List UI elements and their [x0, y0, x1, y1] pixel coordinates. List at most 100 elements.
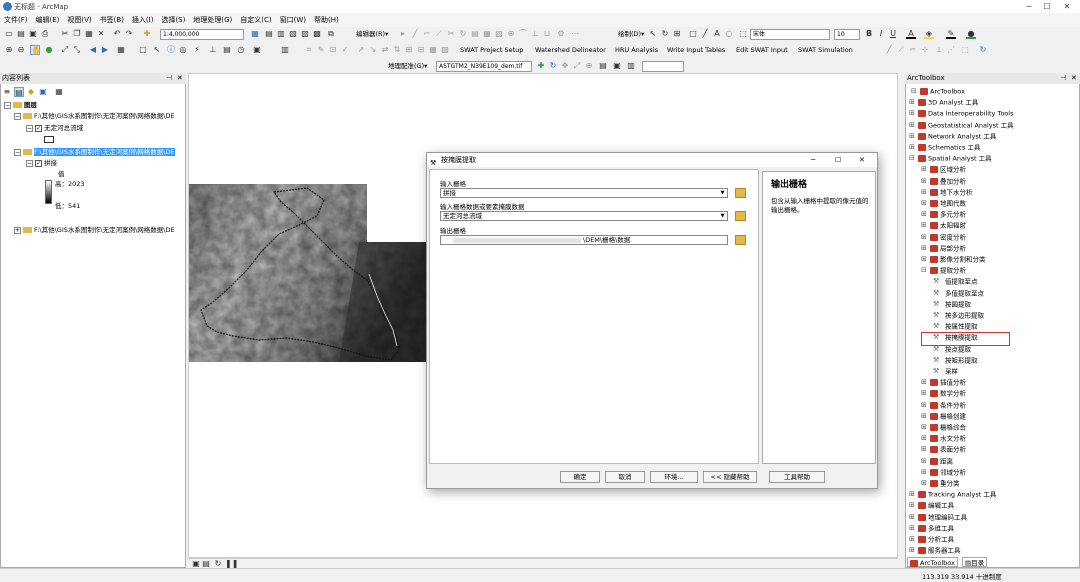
snapping-b-icon[interactable]: ⟋ — [896, 45, 906, 55]
bold-icon[interactable]: B — [864, 29, 874, 39]
toolbox-item[interactable]: ⚒ 按矩形提取 — [933, 355, 978, 366]
georef-options-icon[interactable]: ▥ — [626, 61, 636, 71]
hide-help-button[interactable]: << 隐藏帮助 — [703, 471, 757, 483]
scale-combo[interactable]: 1:4,000,000 — [160, 28, 244, 40]
cancel-button[interactable]: 取消 — [605, 471, 645, 483]
browse-folder-icon[interactable] — [735, 235, 746, 245]
toolbox-item[interactable]: ⊟ ArcToolbox — [911, 86, 965, 97]
expand-icon[interactable]: ⊞ — [909, 489, 918, 500]
edit-attributes-icon[interactable]: ▤ — [470, 29, 480, 39]
expand-icon[interactable]: ⊞ — [921, 422, 930, 433]
toolbox-icon[interactable]: ▨ — [300, 29, 310, 39]
tab-arctoolbox[interactable]: ArcToolbox — [907, 557, 958, 567]
collapse-icon[interactable]: − — [14, 112, 21, 120]
toolbox-item[interactable]: ⚒ 采样 — [933, 366, 958, 377]
toolbox-item[interactable]: ⊞ 服务器工具 — [909, 545, 961, 554]
select-elements-icon-2[interactable]: ↖ — [152, 45, 162, 55]
forward-extent-icon[interactable]: ▶ — [100, 45, 110, 55]
expand-icon[interactable]: ⊞ — [921, 411, 930, 422]
dialog-close-icon[interactable]: ✕ — [859, 153, 865, 167]
toc-folder-1[interactable]: − F:\其他\GIS水系图制作\无定河案例\网络数据\DE — [14, 112, 175, 121]
new-doc-icon[interactable]: ▭ — [4, 29, 14, 39]
mask-data-select[interactable]: 无定河总流域 ▼ — [440, 211, 728, 221]
toolbox-item[interactable]: ⊞ 叠加分析 — [921, 176, 966, 187]
expand-icon[interactable]: ⊞ — [909, 97, 918, 108]
select-elements-icon[interactable]: ↖ — [648, 29, 658, 39]
edit-vertex-icon[interactable]: ⌐ — [422, 29, 432, 39]
toolbox-item[interactable]: ⊞ 分析工具 — [909, 534, 954, 545]
shift-raster-icon[interactable]: ✥ — [560, 61, 570, 71]
collapse-icon[interactable]: − — [4, 101, 11, 109]
toolbox-item[interactable]: ⊞ Data Interoperability Tools — [909, 108, 1013, 119]
toc-folder-2[interactable]: − F:\其他\GIS水系图制作\无定河案例\网络数据\DE — [14, 148, 175, 157]
georef-tool-c-icon[interactable]: ⇄ — [380, 45, 390, 55]
edit-vertices-icon[interactable]: ⬚ — [738, 29, 748, 39]
select-features-icon[interactable]: ▦ — [116, 45, 126, 55]
expand-icon[interactable]: ⊞ — [921, 388, 930, 399]
expand-icon[interactable]: + — [14, 226, 21, 234]
toolbox-item[interactable]: ⊞ 多维工具 — [909, 523, 954, 534]
toolbox-item[interactable]: ⊞ 邻域分析 — [921, 467, 966, 478]
toolbox-item[interactable]: ⊞ 地下水分析 — [921, 187, 973, 198]
expand-icon[interactable]: ⊞ — [921, 433, 930, 444]
georef-layer-combo[interactable]: ASTGTM2_N39E109_dem.tif — [436, 60, 532, 72]
print-icon[interactable]: ⎙ — [40, 29, 50, 39]
list-by-drawing-order-icon[interactable]: ≡ — [2, 87, 12, 97]
topology-icon[interactable]: ⌗ — [304, 45, 314, 55]
edit-snap-icon[interactable]: ⊕ — [506, 29, 516, 39]
toolbox-item[interactable]: ⊞ 条件分析 — [921, 400, 966, 411]
expand-icon[interactable]: ⊞ — [921, 456, 930, 467]
rotate-element-icon[interactable]: ↻ — [660, 29, 670, 39]
expand-icon[interactable]: ⊞ — [909, 523, 918, 534]
swat-simulation-menu[interactable]: SWAT Simulation — [798, 43, 853, 57]
edit-sketch-properties-icon[interactable]: ▦ — [482, 29, 492, 39]
edit-sketch-icon[interactable]: ╱ — [410, 29, 420, 39]
expand-icon[interactable]: ⊞ — [921, 176, 930, 187]
draw-menu[interactable]: 绘制(D)▾ — [618, 27, 644, 41]
auto-register-icon[interactable]: ⊕ — [584, 61, 594, 71]
snapping-a-icon[interactable]: ╱ — [884, 45, 894, 55]
toolbox-item[interactable]: ⊞ 栅格创建 — [921, 411, 966, 422]
toolbox-item[interactable]: ⊞ Geostatistical Analyst 工具 — [909, 120, 1014, 131]
expand-icon[interactable]: ⊞ — [909, 108, 918, 119]
environments-button[interactable]: 环境... — [650, 471, 698, 483]
model-builder-icon[interactable]: ⧉ — [326, 29, 336, 39]
maximize-icon[interactable]: ☐ — [1040, 1, 1054, 12]
georef-tool-e-icon[interactable]: ⊞ — [404, 45, 414, 55]
expand-icon[interactable]: ⊞ — [921, 209, 930, 220]
toolbox-item[interactable]: ⊞ Network Analyst 工具 — [909, 131, 996, 142]
edit-split-icon[interactable]: ⊥ — [530, 29, 540, 39]
topology-validate-icon[interactable]: ⊡ — [328, 45, 338, 55]
collapse-icon[interactable]: ⊟ — [911, 86, 920, 97]
toolbox-item[interactable]: ⚒ 按圆提取 — [933, 299, 971, 310]
toc-root[interactable]: − 图层 — [4, 101, 37, 110]
collapse-icon[interactable]: ⊟ — [909, 153, 918, 164]
edit-reshape-icon[interactable]: ⟋ — [434, 29, 444, 39]
hru-analysis-menu[interactable]: HRU Analysis — [615, 43, 658, 57]
snapping-d-icon[interactable]: ⊹ — [920, 45, 930, 55]
dialog-maximize-icon[interactable]: ☐ — [835, 153, 841, 167]
toolbox-item[interactable]: ⚒ 值提取至点 — [933, 276, 978, 287]
georef-tool-d-icon[interactable]: ⇅ — [392, 45, 402, 55]
menu-item[interactable]: 书签(B) — [96, 13, 128, 27]
refresh-icon[interactable]: ↻ — [978, 45, 988, 55]
toolbox-item[interactable]: ⊞ 太阳辐射 — [921, 220, 966, 231]
list-by-source-icon[interactable]: ▤ — [14, 87, 24, 97]
edit-options-icon[interactable]: ⚙ — [556, 29, 566, 39]
georef-tool-a-icon[interactable]: ↗ — [356, 45, 366, 55]
snapping-c-icon[interactable]: ⌐ — [908, 45, 918, 55]
toolbox-item[interactable]: ⊞ 距离 — [921, 456, 953, 467]
expand-icon[interactable]: ⊞ — [921, 254, 930, 265]
toolbox-item[interactable]: ⊞ 数学分析 — [921, 388, 966, 399]
toolbox-item[interactable]: ⚒ 按属性提取 — [933, 321, 978, 332]
edit-merge-icon[interactable]: ⊔ — [542, 29, 552, 39]
expand-icon[interactable]: ⊞ — [921, 377, 930, 388]
expand-icon[interactable]: ⊞ — [921, 400, 930, 411]
python-icon[interactable]: ▩ — [312, 29, 322, 39]
zoom-in-icon[interactable]: ⊕ — [4, 45, 14, 55]
toc-options-icon[interactable]: ▦ — [54, 87, 64, 97]
undo-icon[interactable]: ↶ — [112, 29, 122, 39]
swat-project-setup-menu[interactable]: SWAT Project Setup — [460, 43, 523, 57]
list-by-visibility-icon[interactable]: ◆ — [26, 87, 36, 97]
minimize-icon[interactable]: ─ — [1022, 1, 1036, 12]
